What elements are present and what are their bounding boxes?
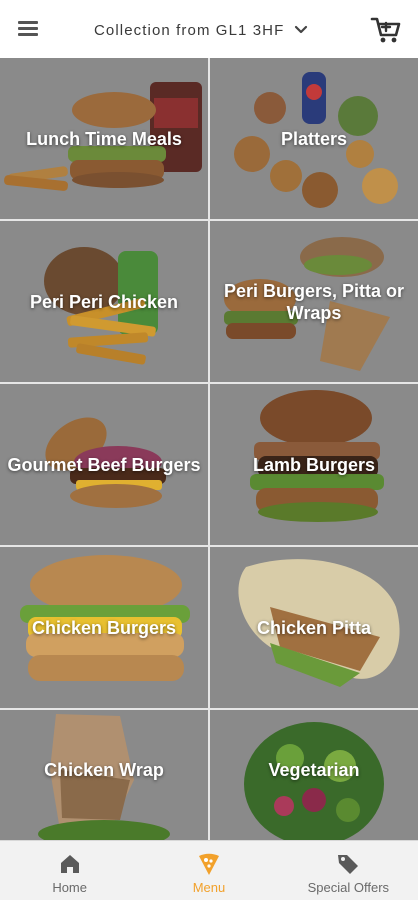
nav-home[interactable]: Home [0, 841, 139, 900]
nav-menu-label: Menu [192, 880, 226, 895]
category-label: Peri Peri Chicken [29, 291, 179, 312]
top-bar: Collection from GL1 3HF [0, 0, 418, 58]
category-label: Peri Burgers, Pitta or Wraps [223, 280, 405, 323]
collection-location-label: Collection from GL1 3HF [94, 21, 285, 39]
category-label: Chicken Wrap [44, 759, 164, 780]
category-tile-gourmet-beef-burgers[interactable]: Gourmet Beef Burgers [0, 384, 208, 545]
collection-location-selector[interactable]: Collection from GL1 3HF [94, 19, 308, 41]
category-tile-chicken-wrap[interactable]: Chicken Wrap [0, 710, 208, 840]
pizza-slice-icon [198, 853, 219, 875]
category-label: Chicken Burgers [31, 617, 177, 638]
category-label: Platters [280, 128, 348, 149]
menu-category-grid: Lunch Time Meals Platters Peri Peri Chic… [0, 58, 418, 840]
nav-home-label: Home [52, 880, 87, 895]
category-tile-vegetarian[interactable]: Vegetarian [210, 710, 418, 840]
home-icon [60, 855, 79, 873]
category-tile-lunch-time-meals[interactable]: Lunch Time Meals [0, 58, 208, 219]
category-tile-platters[interactable]: Platters [210, 58, 418, 219]
category-label: Gourmet Beef Burgers [7, 454, 201, 475]
nav-menu[interactable]: Menu [139, 841, 278, 900]
category-tile-peri-burgers-pitta-wraps[interactable]: Peri Burgers, Pitta or Wraps [210, 221, 418, 382]
category-label: Vegetarian [268, 759, 360, 780]
category-label: Chicken Pitta [256, 617, 372, 638]
price-tag-icon [338, 855, 359, 874]
nav-special-offers[interactable]: Special Offers [279, 841, 418, 900]
category-tile-lamb-burgers[interactable]: Lamb Burgers [210, 384, 418, 545]
bottom-navigation: Home Menu Special Offers [0, 840, 418, 900]
hamburger-menu-icon[interactable] [18, 20, 40, 38]
category-tile-chicken-pitta[interactable]: Chicken Pitta [210, 547, 418, 708]
category-label: Lunch Time Meals [26, 128, 182, 149]
category-tile-peri-peri-chicken[interactable]: Peri Peri Chicken [0, 221, 208, 382]
shopping-cart-icon[interactable] [370, 14, 402, 46]
category-tile-chicken-burgers[interactable]: Chicken Burgers [0, 547, 208, 708]
chevron-down-icon [295, 25, 308, 34]
nav-special-offers-label: Special Offers [307, 880, 390, 895]
category-label: Lamb Burgers [252, 454, 376, 475]
